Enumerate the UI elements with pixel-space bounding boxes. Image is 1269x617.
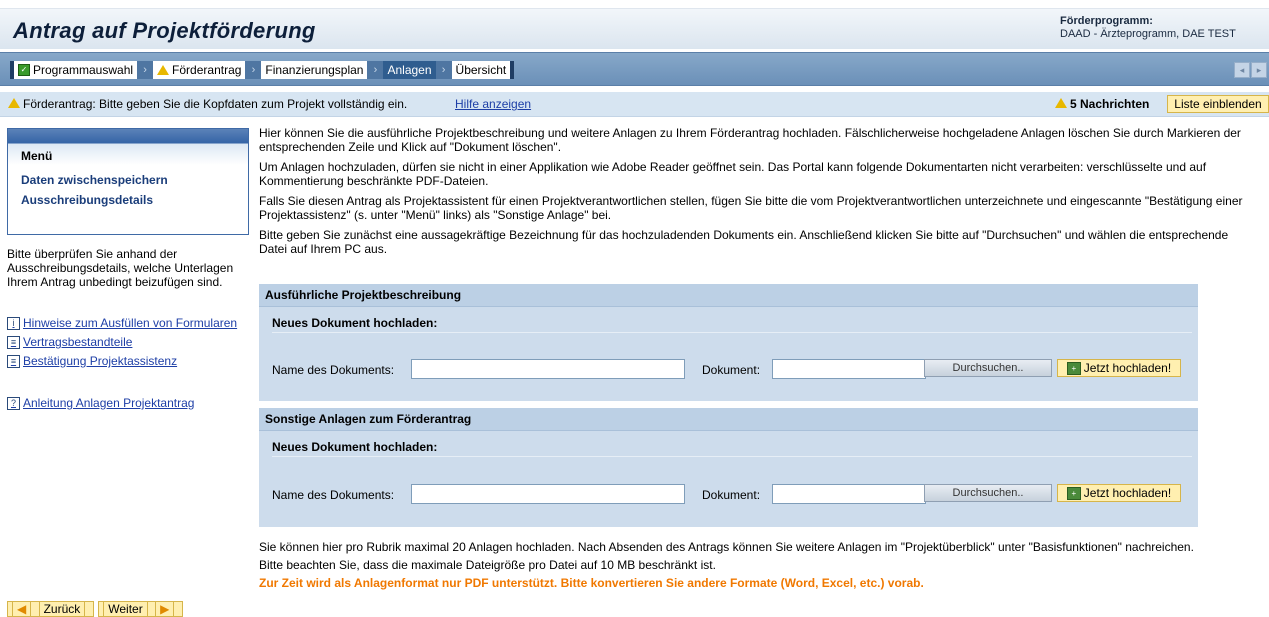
program-label: Förderprogramm: bbox=[1060, 15, 1153, 27]
step-anlagen[interactable]: Anlagen bbox=[383, 61, 436, 79]
main-content: Hier können Sie die ausführliche Projekt… bbox=[259, 126, 1259, 262]
footer-notes: Sie können hier pro Rubrik maximal 20 An… bbox=[259, 538, 1194, 592]
upload-button[interactable]: + Jetzt hochladen! bbox=[1057, 359, 1181, 377]
step-programmauswahl[interactable]: ✓ Programmauswahl bbox=[14, 61, 138, 79]
program-value: DAAD - Ärzteprogramm, DAE TEST bbox=[1060, 28, 1236, 40]
document-label: Dokument: bbox=[702, 488, 761, 502]
intro-paragraph-2: Um Anlagen hochzuladen, dürfen sie nicht… bbox=[259, 160, 1207, 188]
name-label: Name des Dokuments: bbox=[272, 363, 395, 377]
top-line bbox=[0, 0, 1269, 9]
section-title: Sonstige Anlagen zum Förderantrag bbox=[259, 408, 1198, 431]
menu-title: Menü bbox=[21, 149, 53, 163]
roadmap-end bbox=[510, 61, 515, 79]
document-file-input[interactable] bbox=[772, 359, 926, 379]
document-icon: ≡ bbox=[7, 354, 20, 368]
divider bbox=[272, 332, 1192, 333]
step-label: Programmauswahl bbox=[33, 63, 134, 77]
next-button[interactable]: Weiter ▶ bbox=[98, 601, 184, 617]
name-label: Name des Dokuments: bbox=[272, 488, 395, 502]
back-button[interactable]: ◀ Zurück bbox=[7, 601, 95, 617]
section-subtitle: Neues Dokument hochladen: bbox=[272, 316, 438, 330]
section-subtitle: Neues Dokument hochladen: bbox=[272, 440, 438, 454]
arrow-icon: › bbox=[435, 61, 452, 79]
footer-format-warning: Zur Zeit wird als Anlagenformat nur PDF … bbox=[259, 576, 924, 590]
step-label: Anlagen bbox=[387, 63, 432, 77]
message-bar: Förderantrag: Bitte geben Sie die Kopfda… bbox=[0, 92, 1269, 117]
chevron-right-icon: ▶ bbox=[155, 601, 175, 617]
browse-button[interactable]: Durchsuchen.. bbox=[924, 359, 1052, 377]
intro-paragraph-4: Bitte geben Sie zunächst eine aussagekrä… bbox=[259, 228, 1229, 256]
arrow-icon: › bbox=[137, 61, 154, 79]
document-file-input[interactable] bbox=[772, 484, 926, 504]
scroll-left-icon[interactable]: ◂ bbox=[1234, 62, 1250, 78]
upload-label: Jetzt hochladen! bbox=[1083, 361, 1172, 375]
bottom-nav: ◀ Zurück Weiter ▶ bbox=[7, 601, 187, 617]
browse-button[interactable]: Durchsuchen.. bbox=[924, 484, 1052, 502]
upload-icon: + bbox=[1066, 361, 1081, 375]
roadmap: ✓ Programmauswahl › Förderantrag › Finan… bbox=[10, 61, 515, 79]
check-icon: ✓ bbox=[18, 64, 30, 76]
divider bbox=[272, 456, 1192, 457]
message-text: Förderantrag: Bitte geben Sie die Kopfda… bbox=[8, 97, 407, 111]
document-label: Dokument: bbox=[702, 363, 761, 377]
chevron-left-icon: ◀ bbox=[12, 601, 32, 617]
back-label: Zurück bbox=[38, 601, 86, 617]
step-finanzierungsplan[interactable]: Finanzierungsplan bbox=[261, 61, 368, 79]
link-label: Vertragsbestandteile bbox=[23, 335, 133, 349]
upload-label: Jetzt hochladen! bbox=[1083, 486, 1172, 500]
section-project-description: Ausführliche Projektbeschreibung Neues D… bbox=[259, 284, 1198, 401]
document-name-input[interactable] bbox=[411, 359, 685, 379]
link-label: Bestätigung Projektassistenz bbox=[23, 354, 178, 368]
warning-icon bbox=[8, 98, 20, 108]
intro-paragraph-1: Hier können Sie die ausführliche Projekt… bbox=[259, 126, 1241, 154]
document-name-input[interactable] bbox=[411, 484, 685, 504]
document-icon: ≡ bbox=[7, 335, 20, 349]
link-attachments-guide[interactable]: ? Anleitung Anlagen Projektantrag bbox=[7, 396, 194, 410]
program-info: Förderprogramm: DAAD - Ärzteprogramm, DA… bbox=[1060, 15, 1236, 41]
next-label: Weiter bbox=[103, 601, 148, 617]
upload-button[interactable]: + Jetzt hochladen! bbox=[1057, 484, 1181, 502]
warning-icon bbox=[157, 65, 170, 75]
step-label: Finanzierungsplan bbox=[265, 63, 364, 77]
scroll-right-icon[interactable]: ▸ bbox=[1251, 62, 1267, 78]
info-icon: i bbox=[7, 316, 20, 330]
step-foerderantrag[interactable]: Förderantrag bbox=[153, 61, 246, 79]
message-count: 5 Nachrichten bbox=[1055, 97, 1149, 111]
step-bar: ✓ Programmauswahl › Förderantrag › Finan… bbox=[0, 52, 1269, 86]
page-title: Antrag auf Projektförderung bbox=[13, 18, 316, 43]
link-label: Anleitung Anlagen Projektantrag bbox=[23, 396, 195, 410]
step-label: Übersicht bbox=[455, 63, 507, 77]
footer-line-1: Sie können hier pro Rubrik maximal 20 An… bbox=[259, 540, 1194, 554]
step-label: Förderantrag bbox=[172, 63, 242, 77]
warning-icon bbox=[1055, 98, 1067, 108]
scroll-buttons: ◂ ▸ bbox=[1233, 62, 1267, 78]
menu-item-save[interactable]: Daten zwischenspeichern bbox=[21, 173, 168, 187]
link-assistant-confirmation[interactable]: ≡ Bestätigung Projektassistenz bbox=[7, 354, 177, 368]
link-contract-parts[interactable]: ≡ Vertragsbestandteile bbox=[7, 335, 132, 349]
section-other-attachments: Sonstige Anlagen zum Förderantrag Neues … bbox=[259, 408, 1198, 527]
footer-line-2: Bitte beachten Sie, dass die maximale Da… bbox=[259, 558, 716, 572]
section-title: Ausführliche Projektbeschreibung bbox=[259, 284, 1198, 307]
arrow-icon: › bbox=[367, 61, 384, 79]
link-form-hints[interactable]: i Hinweise zum Ausfüllen von Formularen bbox=[7, 316, 237, 330]
arrow-icon: › bbox=[245, 61, 262, 79]
message-label: Förderantrag: Bitte geben Sie die Kopfda… bbox=[23, 97, 408, 111]
link-label: Hinweise zum Ausfüllen von Formularen bbox=[23, 316, 238, 330]
message-count-label: 5 Nachrichten bbox=[1070, 97, 1150, 111]
menu-item-call-details[interactable]: Ausschreibungsdetails bbox=[21, 193, 153, 207]
show-list-button[interactable]: Liste einblenden bbox=[1167, 95, 1269, 113]
upload-icon: + bbox=[1066, 486, 1081, 500]
page-header: Antrag auf Projektförderung Förderprogra… bbox=[0, 9, 1269, 49]
intro-paragraph-3: Falls Sie diesen Antrag als Projektassis… bbox=[259, 194, 1243, 222]
help-link[interactable]: Hilfe anzeigen bbox=[455, 97, 531, 111]
sidebar-hint: Bitte überprüfen Sie anhand der Ausschre… bbox=[7, 247, 234, 289]
side-menu: Menü Daten zwischenspeichern Ausschreibu… bbox=[7, 128, 249, 235]
step-uebersicht[interactable]: Übersicht bbox=[451, 61, 511, 79]
help-icon: ? bbox=[7, 396, 20, 410]
